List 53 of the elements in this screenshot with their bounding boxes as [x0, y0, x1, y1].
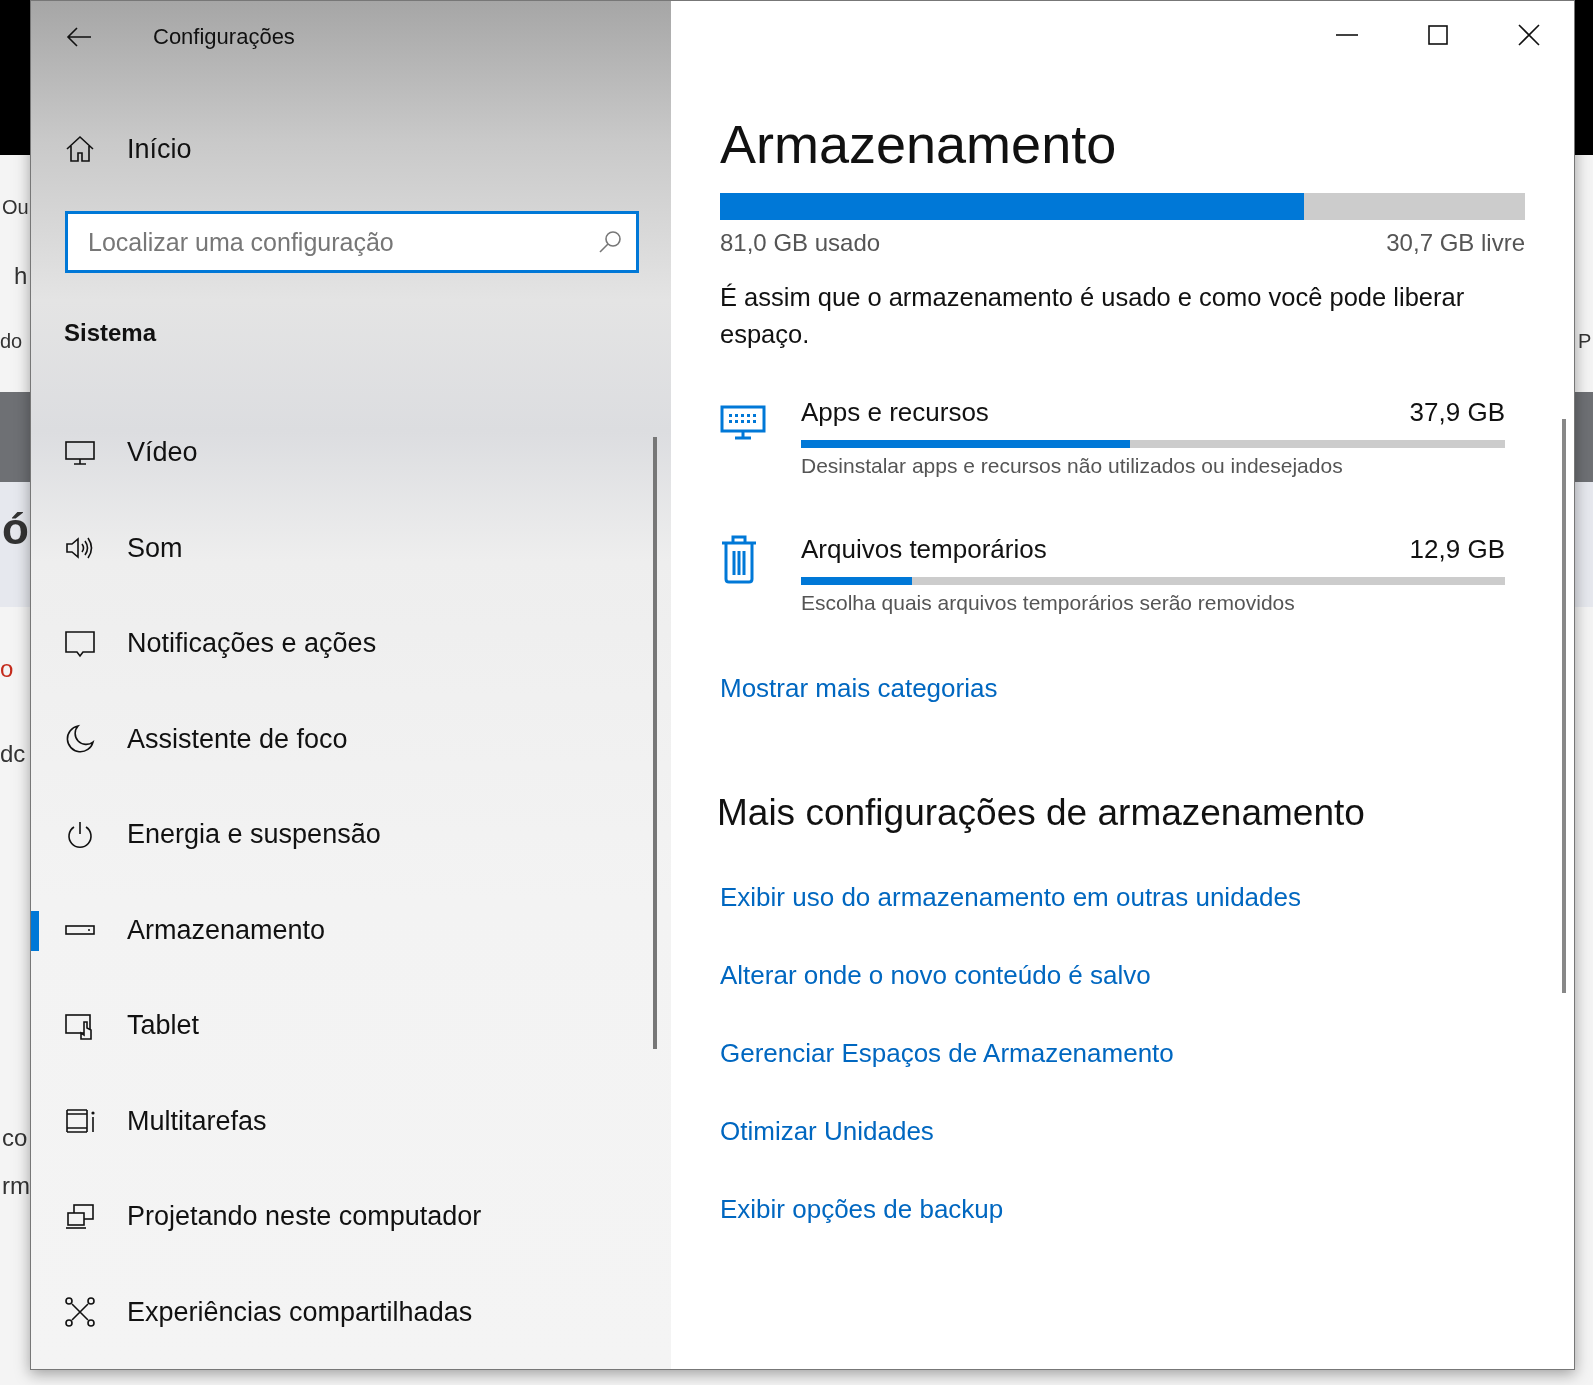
background-text: co	[2, 1124, 28, 1152]
search-field[interactable]: Localizar uma configuração	[65, 211, 639, 273]
background-text: do	[0, 330, 23, 353]
more-categories-link[interactable]: Mostrar mais categorias	[720, 673, 998, 704]
background-text: o	[0, 655, 14, 683]
category-hint: Escolha quais arquivos temporários serão removidos	[801, 591, 1295, 615]
settings-link[interactable]: Exibir opções de backup	[720, 1194, 1004, 1225]
sidebar-item[interactable]: Energia e suspensão	[31, 787, 671, 883]
free-label: 30,7 GB livre	[1386, 229, 1525, 257]
drive-icon	[64, 924, 96, 937]
scrollbar[interactable]	[1562, 419, 1566, 993]
background-text: h	[14, 262, 28, 290]
category-size: 37,9 GB	[1409, 397, 1505, 428]
sidebar-item[interactable]: Tablet	[31, 978, 671, 1074]
background-text: ó	[2, 504, 29, 554]
background-text: P	[1578, 330, 1592, 353]
settings-link[interactable]: Gerenciar Espaços de Armazenamento	[720, 1038, 1174, 1069]
scrollbar[interactable]	[653, 437, 657, 1049]
search-icon	[597, 229, 623, 255]
background-text: Ou	[2, 196, 29, 219]
category-size: 12,9 GB	[1409, 534, 1505, 565]
moon-icon	[64, 723, 96, 756]
background-text: rm	[2, 1172, 30, 1200]
close-icon	[1517, 24, 1540, 46]
sidebar-item[interactable]: Projetando neste computador	[31, 1169, 671, 1265]
section-heading: Sistema	[64, 319, 158, 347]
trash-icon	[720, 534, 758, 584]
sidebar-item[interactable]: Som	[31, 500, 671, 596]
home-item[interactable]: Início	[31, 121, 671, 177]
window-title: Configurações	[153, 24, 295, 50]
minimize-icon	[1335, 34, 1358, 36]
description-text: É assim que o armazenamento é usado e como você pode liberar espaço.	[720, 282, 1466, 350]
sidebar-item[interactable]: Experiências compartilhadas	[31, 1264, 671, 1360]
background-text: dc	[0, 740, 26, 768]
settings-link[interactable]: Otimizar Unidades	[720, 1116, 934, 1147]
sidebar-item[interactable]: Armazenamento	[31, 882, 671, 978]
section-heading: Mais configurações de armazenamento	[717, 792, 1366, 834]
settings-link[interactable]: Exibir uso do armazenamento em outras unidades	[720, 882, 1301, 913]
sidebar-item[interactable]: Notificações e ações	[31, 596, 671, 692]
sidebar-item[interactable]: Multitarefas	[31, 1073, 671, 1169]
home-icon	[64, 133, 96, 165]
sidebar-item[interactable]: Assistente de foco	[31, 691, 671, 787]
category-hint: Desinstalar apps e recursos não utilizados ou indesejados	[801, 454, 1343, 478]
used-label: 81,0 GB usado	[720, 229, 881, 257]
settings-link[interactable]: Alterar onde o novo conteúdo é salvo	[720, 960, 1151, 991]
page-title: Armazenamento	[720, 113, 1118, 176]
back-arrow-icon	[65, 25, 93, 49]
category-name[interactable]: Apps e recursos	[801, 397, 989, 428]
sidebar-item[interactable]: Vídeo	[31, 405, 671, 501]
share-icon	[64, 1296, 96, 1329]
maximize-icon	[1427, 25, 1448, 45]
category-name[interactable]: Arquivos temporários	[801, 534, 1047, 565]
monitor-keyboard-icon	[720, 405, 766, 441]
